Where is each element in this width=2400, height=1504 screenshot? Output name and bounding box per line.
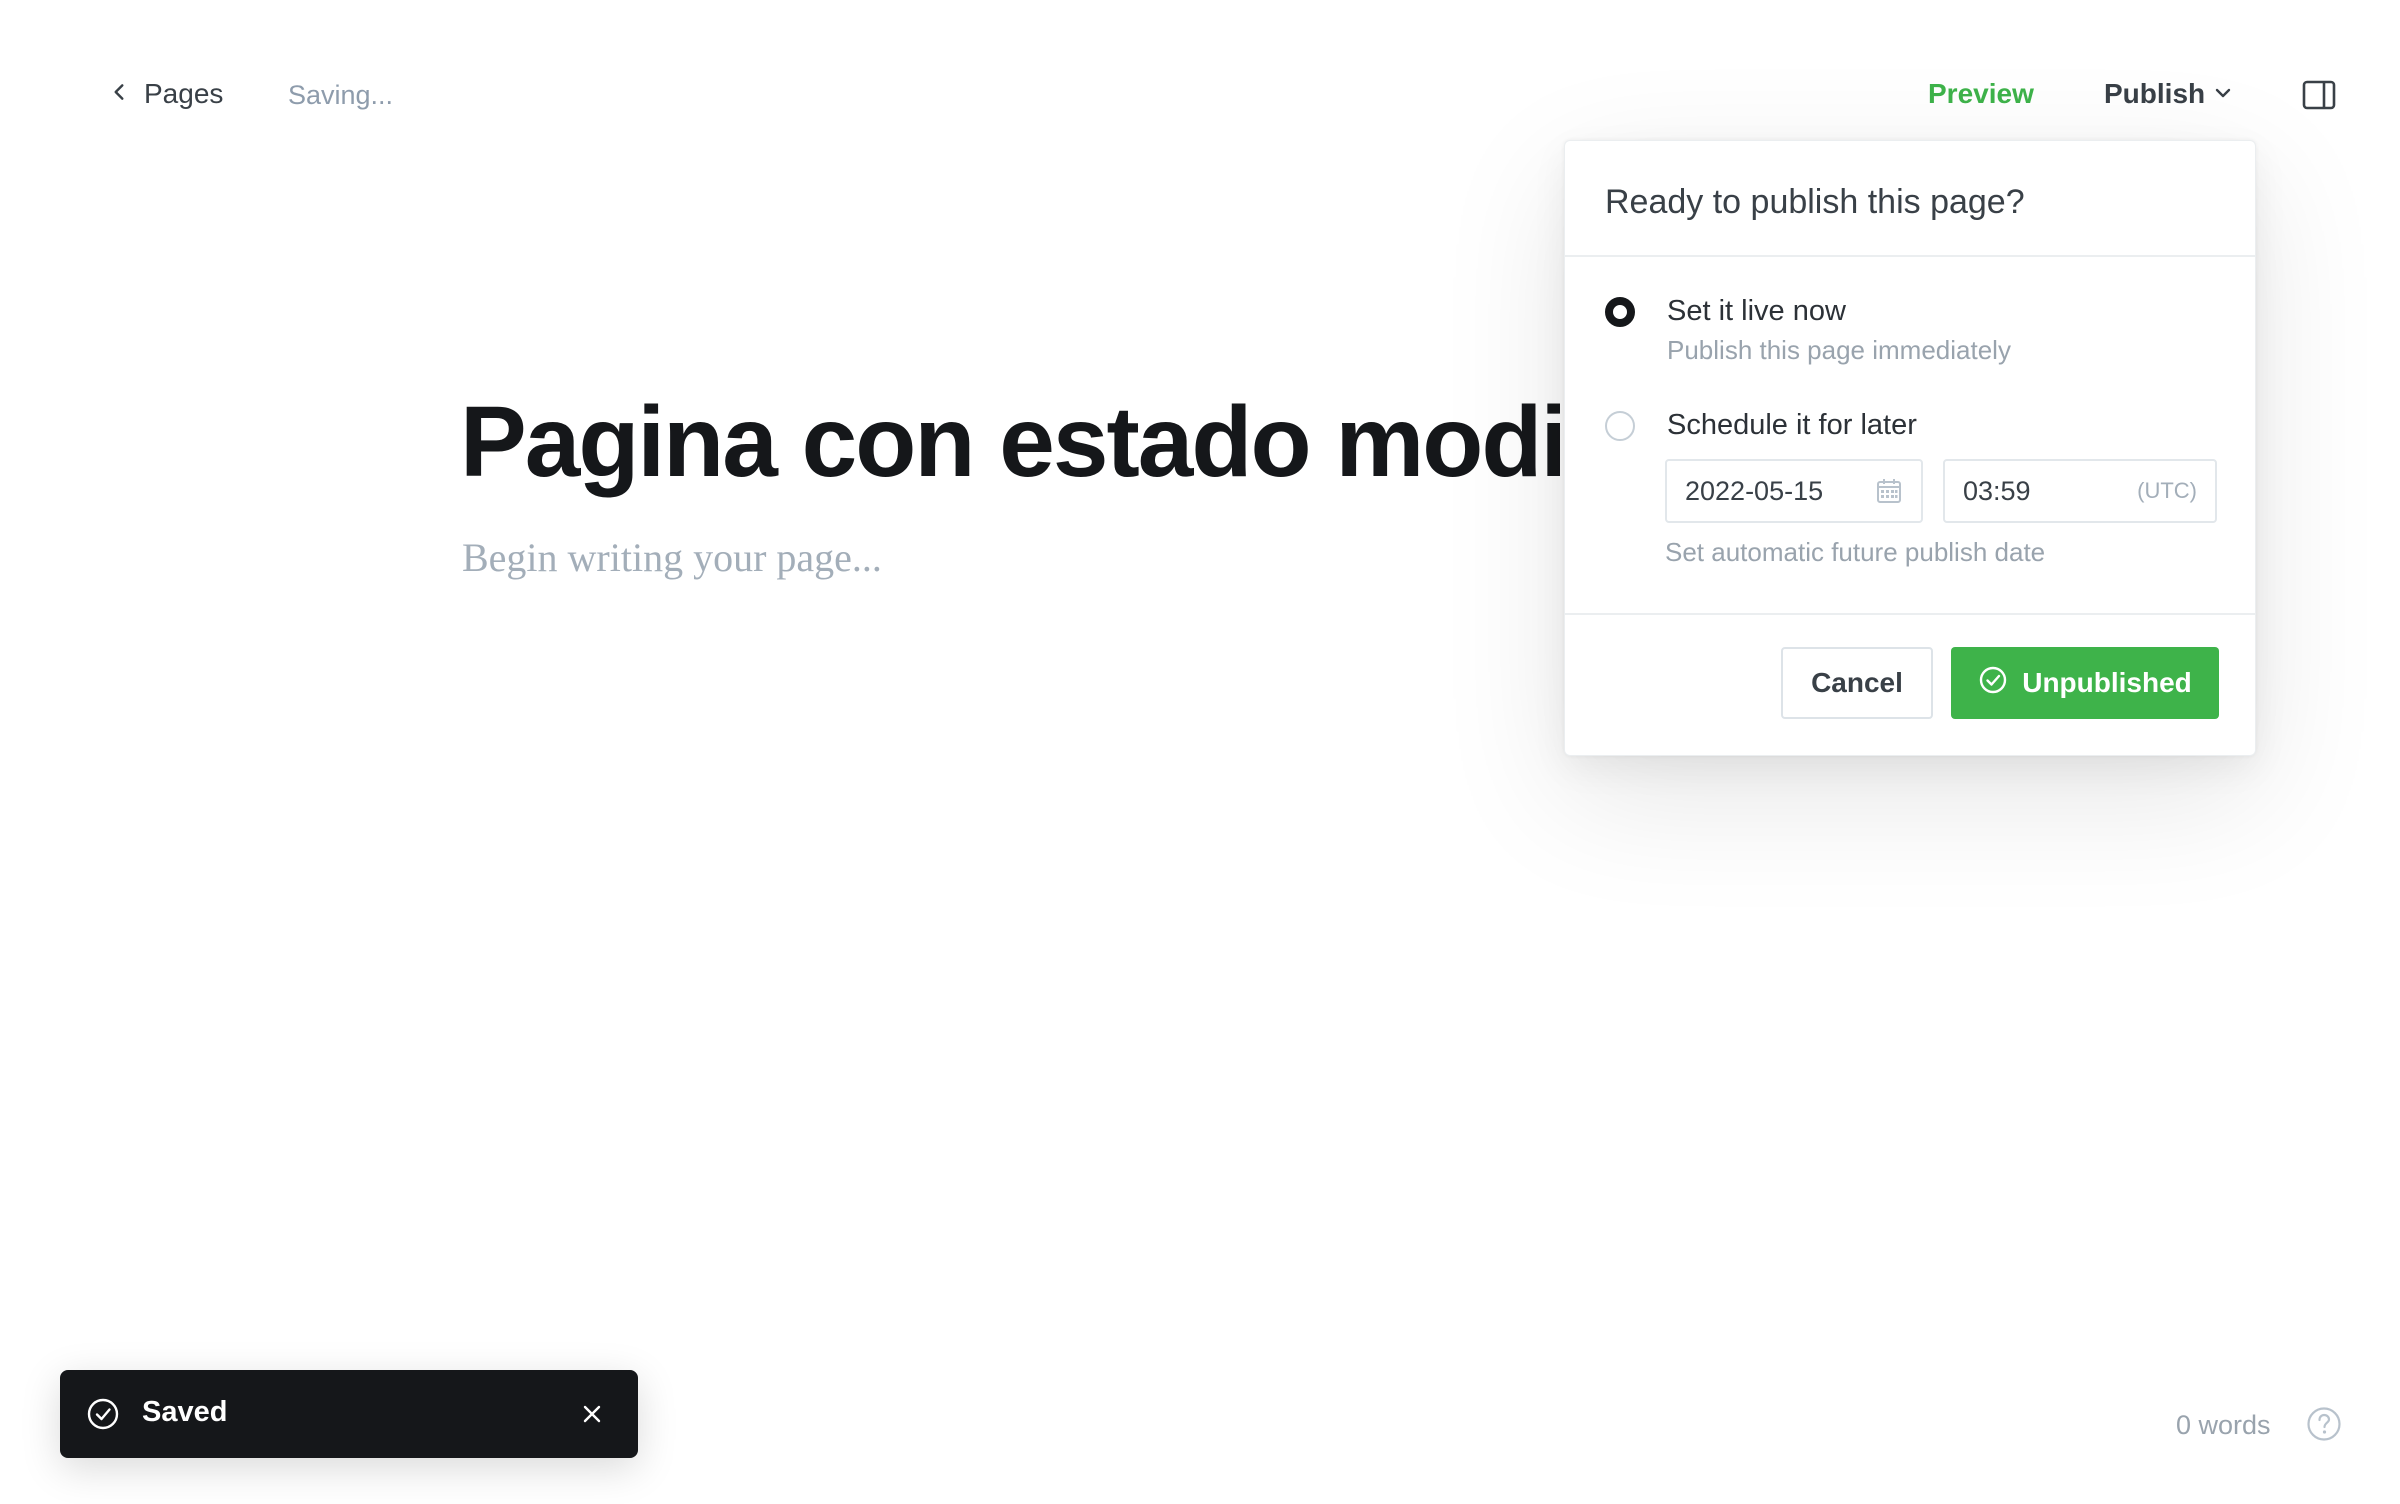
radio-set-live-now[interactable]	[1605, 297, 1635, 327]
radio-schedule-later[interactable]	[1605, 411, 1635, 441]
sidebar-toggle-icon[interactable]	[2302, 78, 2336, 112]
preview-button[interactable]: Preview	[1928, 78, 2034, 110]
publish-dropdown-button[interactable]: Publish	[2104, 78, 2233, 110]
save-status: Saving...	[288, 80, 394, 110]
word-count: 0 words	[2176, 1410, 2271, 1440]
option-description: Publish this page immediately	[1667, 335, 2011, 365]
page-title-input[interactable]: Pagina con estado modificado	[460, 382, 1560, 502]
chevron-down-icon	[2213, 78, 2233, 110]
publish-popover: Ready to publish this page? Set it live …	[1564, 140, 2256, 756]
popover-title: Ready to publish this page?	[1605, 183, 2025, 221]
back-to-pages-link[interactable]: Pages	[108, 78, 223, 110]
schedule-hint: Set automatic future publish date	[1665, 537, 2046, 567]
page-body-editor[interactable]: Begin writing your page...	[462, 534, 882, 581]
date-value: 2022-05-15	[1685, 475, 1824, 506]
time-value: 03:59	[1963, 475, 2031, 506]
editor-page: Pages Saving... Preview Publish Pagina c…	[0, 0, 2400, 1504]
check-circle-icon	[1978, 665, 2008, 702]
saved-toast: Saved	[60, 1370, 638, 1458]
chevron-left-icon	[108, 78, 130, 110]
publish-label: Publish	[2104, 78, 2206, 109]
unpublished-button-label: Unpublished	[2022, 667, 2192, 698]
close-icon[interactable]	[582, 1404, 602, 1424]
option-label: Schedule it for later	[1667, 409, 1917, 441]
cancel-button[interactable]: Cancel	[1781, 647, 1933, 719]
schedule-date-input[interactable]: 2022-05-15	[1665, 459, 1923, 523]
back-link-label: Pages	[144, 78, 224, 109]
check-circle-icon	[86, 1397, 120, 1431]
unpublished-button[interactable]: Unpublished	[1951, 647, 2219, 719]
schedule-time-input[interactable]: 03:59 (UTC)	[1943, 459, 2217, 523]
calendar-icon[interactable]	[1875, 477, 1903, 505]
timezone-label: (UTC)	[2137, 478, 2197, 503]
popover-divider	[1565, 613, 2255, 615]
toast-message: Saved	[142, 1396, 228, 1428]
help-icon[interactable]	[2306, 1406, 2342, 1442]
popover-divider	[1565, 255, 2255, 257]
option-label: Set it live now	[1667, 295, 1846, 327]
